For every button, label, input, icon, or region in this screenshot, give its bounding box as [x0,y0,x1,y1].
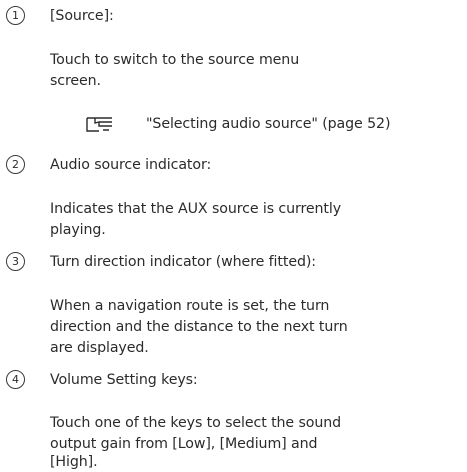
cross-reference-link[interactable]: "Selecting audio source" (page 52) [146,114,390,134]
item-body-line: When a navigation route is set, the turn [50,298,330,314]
item-body-line: screen. [50,73,101,89]
item-body-line: Touch one of the keys to select the soun… [50,415,342,431]
reference-hand-icon [86,117,112,132]
item-body-line: Touch to switch to the source menu [50,52,300,68]
item-number: 1 [6,6,25,25]
item-body-line: output gain from [Low], [Medium] and [50,436,318,452]
item-heading: Audio source indicator: [50,157,212,173]
item-heading: Volume Setting keys: [50,372,198,388]
item-heading: Turn direction indicator (where fitted): [50,254,316,270]
item-body-line: Indicates that the AUX source is current… [50,201,342,217]
item-body-line: playing. [50,222,106,238]
item-body-line: [High]. [50,454,98,470]
item-number: 3 [6,252,25,271]
item-heading: [Source]: [50,8,114,24]
item-number: 4 [6,370,25,389]
item-body-line: direction and the distance to the next t… [50,319,348,335]
item-body-line: are displayed. [50,340,149,356]
item-number: 2 [6,155,25,174]
